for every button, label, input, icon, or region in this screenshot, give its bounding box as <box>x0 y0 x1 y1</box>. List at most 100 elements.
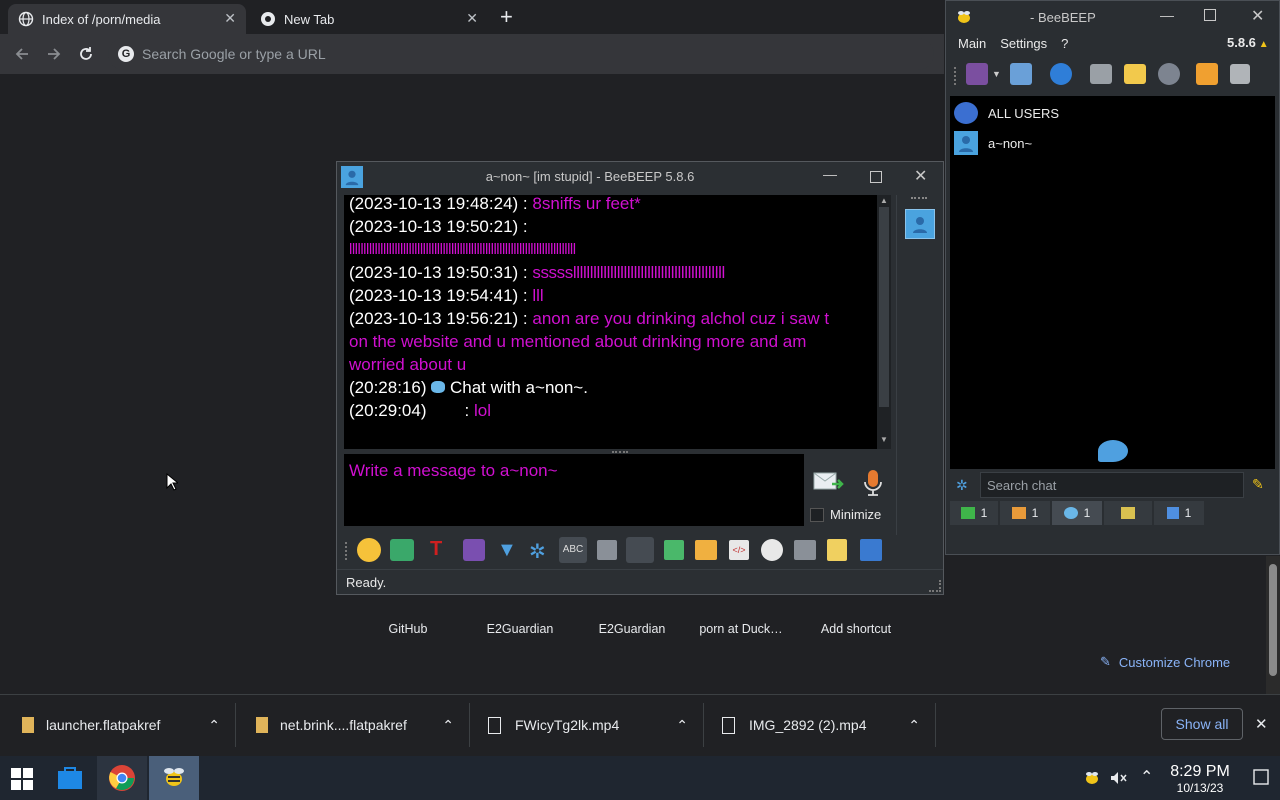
save-chat-icon[interactable] <box>794 540 816 560</box>
reload-icon[interactable] <box>76 44 96 64</box>
checkbox-box[interactable] <box>810 507 824 522</box>
tab-history[interactable] <box>1104 501 1152 525</box>
send-folder-icon[interactable] <box>695 540 717 560</box>
profile-edit-icon[interactable] <box>1010 63 1032 85</box>
new-tab-button[interactable]: + <box>500 4 513 30</box>
beebeep-tray-icon[interactable] <box>1082 768 1102 788</box>
tray-expand-icon[interactable]: ⌃ <box>1140 767 1153 787</box>
page-scrollbar[interactable] <box>1266 556 1280 694</box>
dropdown-arrow-icon[interactable]: ▼ <box>992 69 1001 79</box>
scroll-down-icon[interactable]: ▼ <box>880 435 888 444</box>
microphone-icon[interactable] <box>860 468 886 498</box>
chrome-taskbar-icon[interactable] <box>97 756 147 800</box>
list-item-user[interactable]: a~non~ <box>954 130 1032 156</box>
chat-message: (20:29:04): lol <box>349 399 829 422</box>
shortcut-add[interactable]: Add shortcut <box>801 622 911 636</box>
splitter-grip[interactable] <box>612 451 628 453</box>
notifications-icon[interactable] <box>1252 768 1270 786</box>
close-tab-icon[interactable]: ✕ <box>224 10 236 27</box>
tab-chats-counter[interactable]: 1 <box>1052 501 1102 525</box>
show-all-button[interactable]: Show all <box>1161 708 1243 740</box>
shortcut-porn-duck[interactable]: porn at Duck… <box>686 622 796 636</box>
chevron-up-icon[interactable]: ⌃ <box>442 717 454 734</box>
scrollbar-thumb[interactable] <box>1269 564 1277 676</box>
filter-icon[interactable]: ▼ <box>497 539 517 562</box>
network-icon[interactable] <box>1050 63 1072 85</box>
download-item[interactable]: FWicyTg2lk.mp4 ⌃ <box>470 695 704 755</box>
message-input[interactable]: Write a message to a~non~ <box>344 454 804 526</box>
enter-send-icon[interactable] <box>626 537 654 563</box>
maximize-window-icon[interactable] <box>870 171 882 183</box>
close-download-bar-icon[interactable]: ✕ <box>1255 715 1268 733</box>
download-item[interactable]: launcher.flatpakref ⌃ <box>0 695 236 755</box>
user-name: ALL USERS <box>988 105 1060 121</box>
tab-files-counter[interactable]: 1 <box>1154 501 1204 525</box>
resize-grip[interactable] <box>929 580 941 592</box>
store-icon[interactable] <box>46 758 94 798</box>
trash-icon[interactable] <box>1230 64 1250 84</box>
scroll-up-icon[interactable]: ▲ <box>880 196 888 205</box>
panel-grip <box>911 197 927 199</box>
chat-scrollbar[interactable]: ▲ ▼ <box>877 195 891 449</box>
toolbar-grip <box>345 542 351 560</box>
text-format-icon[interactable]: T <box>430 538 442 561</box>
settings-gear-icon[interactable]: ✲ <box>956 477 968 494</box>
clock-time[interactable]: 8:29 PM <box>1164 763 1236 781</box>
chevron-up-icon[interactable]: ⌃ <box>676 717 688 734</box>
minimize-checkbox[interactable]: Minimize <box>810 507 881 522</box>
clear-search-icon[interactable]: ✎ <box>1252 476 1264 493</box>
forward-icon[interactable] <box>44 44 64 64</box>
emoticon-icon[interactable] <box>357 538 381 562</box>
clock-date[interactable]: 10/13/23 <box>1164 781 1236 795</box>
beebeep-taskbar-icon[interactable] <box>149 756 199 800</box>
tab-new-tab[interactable]: New Tab ✕ <box>250 4 488 34</box>
close-window-icon[interactable]: ✕ <box>1251 6 1264 26</box>
minimize-window-icon[interactable]: — <box>1160 7 1174 23</box>
close-tab-icon[interactable]: ✕ <box>466 10 478 27</box>
back-icon[interactable] <box>12 44 32 64</box>
plugins-icon[interactable] <box>1158 63 1180 85</box>
chevron-up-icon[interactable]: ⌃ <box>208 717 220 734</box>
shortcut-e2guardian-1[interactable]: E2Guardian <box>465 622 575 636</box>
menu-settings[interactable]: Settings <box>1000 36 1047 51</box>
download-filename: FWicyTg2lk.mp4 <box>515 717 620 733</box>
volume-muted-icon[interactable] <box>1108 768 1128 788</box>
maximize-window-icon[interactable] <box>1204 9 1216 21</box>
search-chat-input[interactable]: Search chat <box>980 472 1244 498</box>
shortcut-github[interactable]: GitHub <box>353 622 463 636</box>
send-file-icon[interactable] <box>664 540 684 560</box>
word-complete-icon[interactable] <box>597 540 617 560</box>
detach-window-icon[interactable] <box>860 539 882 561</box>
customize-chrome-button[interactable]: ✎ Customize Chrome <box>1088 648 1230 676</box>
message-options-icon[interactable] <box>390 539 414 561</box>
files-icon <box>1166 507 1179 519</box>
close-window-icon[interactable]: ✕ <box>914 166 927 186</box>
file-sharing-icon[interactable] <box>1090 64 1112 84</box>
chevron-up-icon[interactable]: ⌃ <box>908 717 920 734</box>
html-source-icon[interactable]: </> <box>729 540 749 560</box>
shortcut-e2guardian-2[interactable]: E2Guardian <box>577 622 687 636</box>
tab-index-media[interactable]: Index of /porn/media ✕ <box>8 4 246 34</box>
omnibox[interactable]: G Search Google or type a URL <box>108 38 934 70</box>
send-message-icon[interactable] <box>811 468 845 496</box>
text-color-icon[interactable] <box>463 539 485 561</box>
download-item[interactable]: IMG_2892 (2).mp4 ⌃ <box>704 695 936 755</box>
minimize-window-icon[interactable]: — <box>823 166 837 182</box>
download-folder-icon[interactable] <box>1196 63 1218 85</box>
member-avatar-icon[interactable] <box>905 209 935 239</box>
status-avatar-icon[interactable] <box>966 63 988 85</box>
spellcheck-icon[interactable]: ABC <box>559 537 587 563</box>
message-text: llllllllllllllllllllllllllllllllllllllll… <box>349 241 576 258</box>
tab-users-counter[interactable]: 1 <box>950 501 998 525</box>
screenshot-icon[interactable] <box>761 539 783 561</box>
chats-icon <box>1063 507 1078 519</box>
edit-note-icon[interactable] <box>827 539 847 561</box>
settings-gear-icon[interactable]: ✲ <box>529 539 546 564</box>
write-message-icon[interactable] <box>1124 64 1146 84</box>
menu-main[interactable]: Main <box>958 36 986 51</box>
download-item[interactable]: net.brink....flatpakref ⌃ <box>236 695 470 755</box>
menu-help[interactable]: ? <box>1061 36 1068 51</box>
tab-groups-counter[interactable]: 1 <box>1000 501 1050 525</box>
start-windows-icon[interactable] <box>10 767 34 791</box>
list-item-all-users[interactable]: ALL USERS <box>954 100 1059 126</box>
